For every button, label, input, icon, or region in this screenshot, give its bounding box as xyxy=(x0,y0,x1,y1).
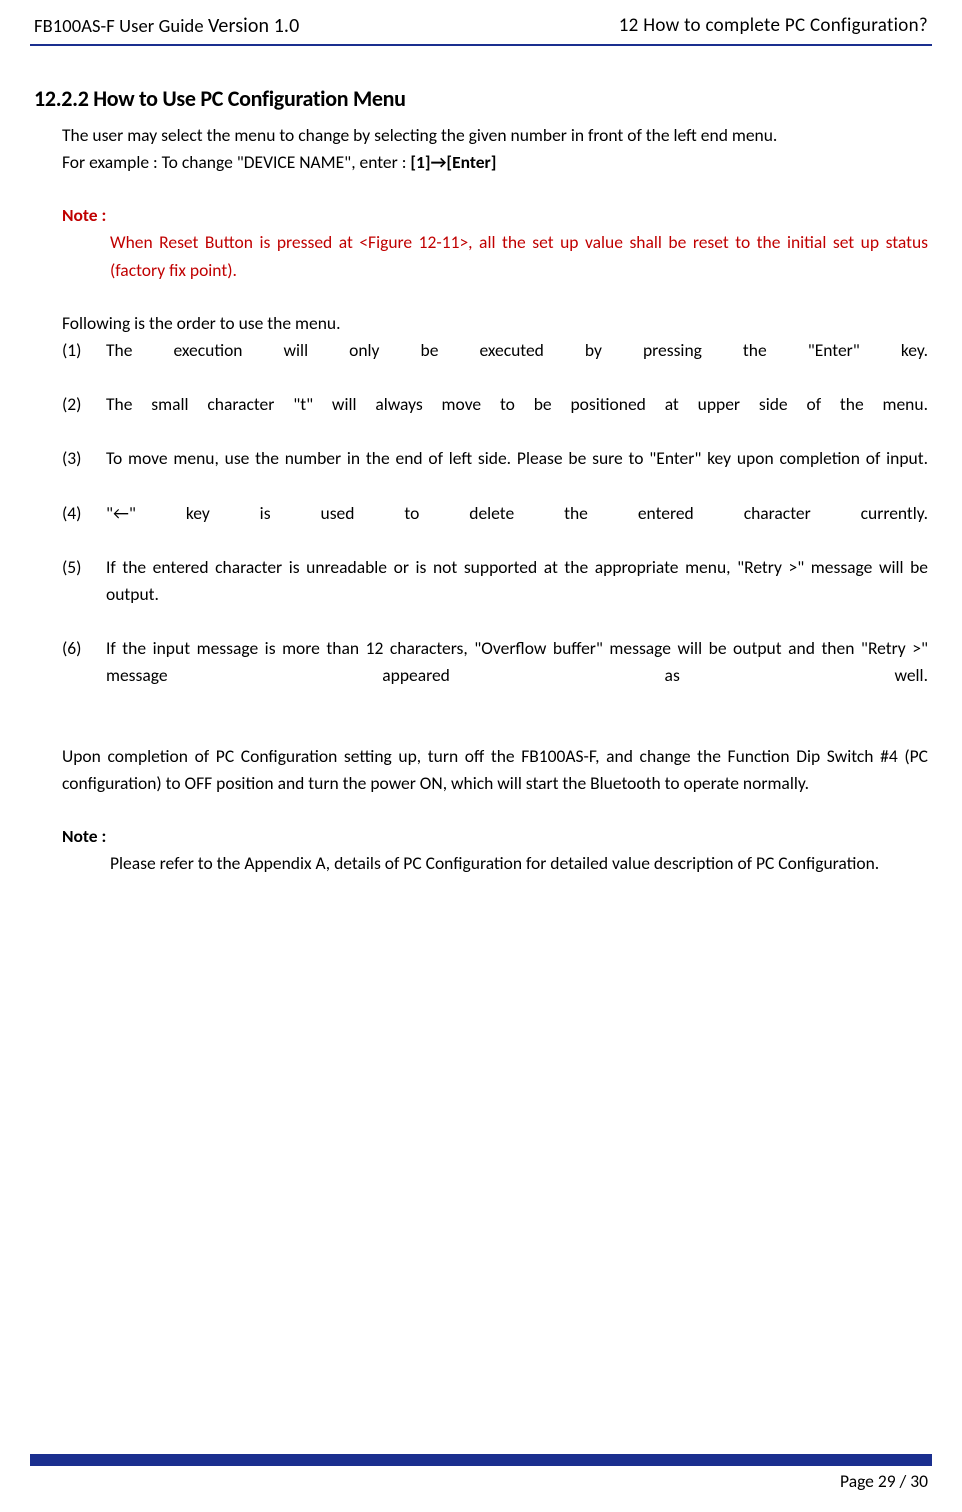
list-item: (5) If the entered character is unreadab… xyxy=(62,554,928,635)
list-item: (2) The small character "t" will always … xyxy=(62,391,928,445)
closing-paragraph: Upon completion of PC Configuration sett… xyxy=(34,743,928,797)
step-marker: (6) xyxy=(62,635,106,662)
section-title: How to complete PC Configuration? xyxy=(643,14,928,37)
intro-line-1: The user may select the menu to change b… xyxy=(34,122,928,149)
step-marker: (5) xyxy=(62,554,106,581)
step-body: If the input message is more than 12 cha… xyxy=(106,635,928,716)
step-body: The execution will only be executed by p… xyxy=(106,337,928,391)
note-body-2: Please refer to the Appendix A, details … xyxy=(34,850,928,877)
ordered-steps: (1) The execution will only be executed … xyxy=(34,337,928,717)
step-body: The small character "t" will always move… xyxy=(106,391,928,445)
step-body: If the entered character is unreadable o… xyxy=(106,554,928,635)
note-red-body: When Reset Button is pressed at <Figure … xyxy=(34,229,928,283)
intro-line-2: For example : To change "DEVICE NAME", e… xyxy=(34,149,928,176)
list-item: (6) If the input message is more than 12… xyxy=(62,635,928,716)
footer-bar xyxy=(30,1454,932,1466)
step-marker: (1) xyxy=(62,337,106,364)
list-item: (3) To move menu, use the number in the … xyxy=(62,445,928,499)
list-item: (1) The execution will only be executed … xyxy=(62,337,928,391)
step-marker: (4) xyxy=(62,500,106,527)
header-left: FB100AS-F User Guide Version 1.0 xyxy=(34,14,299,38)
page-footer: Page 29 / 30 xyxy=(0,1454,962,1492)
section-number: 12 xyxy=(619,14,639,37)
note-red-text: When Reset Button is pressed at <Figure … xyxy=(110,231,928,280)
step-body: "←" key is used to delete the entered ch… xyxy=(106,500,928,554)
step-body: To move menu, use the number in the end … xyxy=(106,445,928,499)
version-label: Version 1.0 xyxy=(208,14,299,38)
page-number: Page 29 / 30 xyxy=(0,1470,962,1492)
step-marker: (2) xyxy=(62,391,106,418)
intro-line-2-command: [1]→[Enter] xyxy=(410,151,496,173)
heading-12-2-2: 12.2.2 How to Use PC Configuration Menu xyxy=(34,82,928,116)
step-marker: (3) xyxy=(62,445,106,472)
header-right: 12 How to complete PC Configuration? xyxy=(619,14,928,38)
list-item: (4) "←" key is used to delete the entere… xyxy=(62,500,928,554)
note-label-red: Note : xyxy=(34,202,928,229)
page-header: FB100AS-F User Guide Version 1.0 12 How … xyxy=(0,14,962,42)
guide-name: FB100AS-F User Guide xyxy=(34,14,204,37)
content-area: 12.2.2 How to Use PC Configuration Menu … xyxy=(0,46,962,877)
note-label-2: Note : xyxy=(34,823,928,850)
note-body-2-text: Please refer to the Appendix A, details … xyxy=(110,852,879,874)
following-line: Following is the order to use the menu. xyxy=(34,310,928,337)
intro-line-2-text: For example : To change "DEVICE NAME", e… xyxy=(62,151,410,173)
